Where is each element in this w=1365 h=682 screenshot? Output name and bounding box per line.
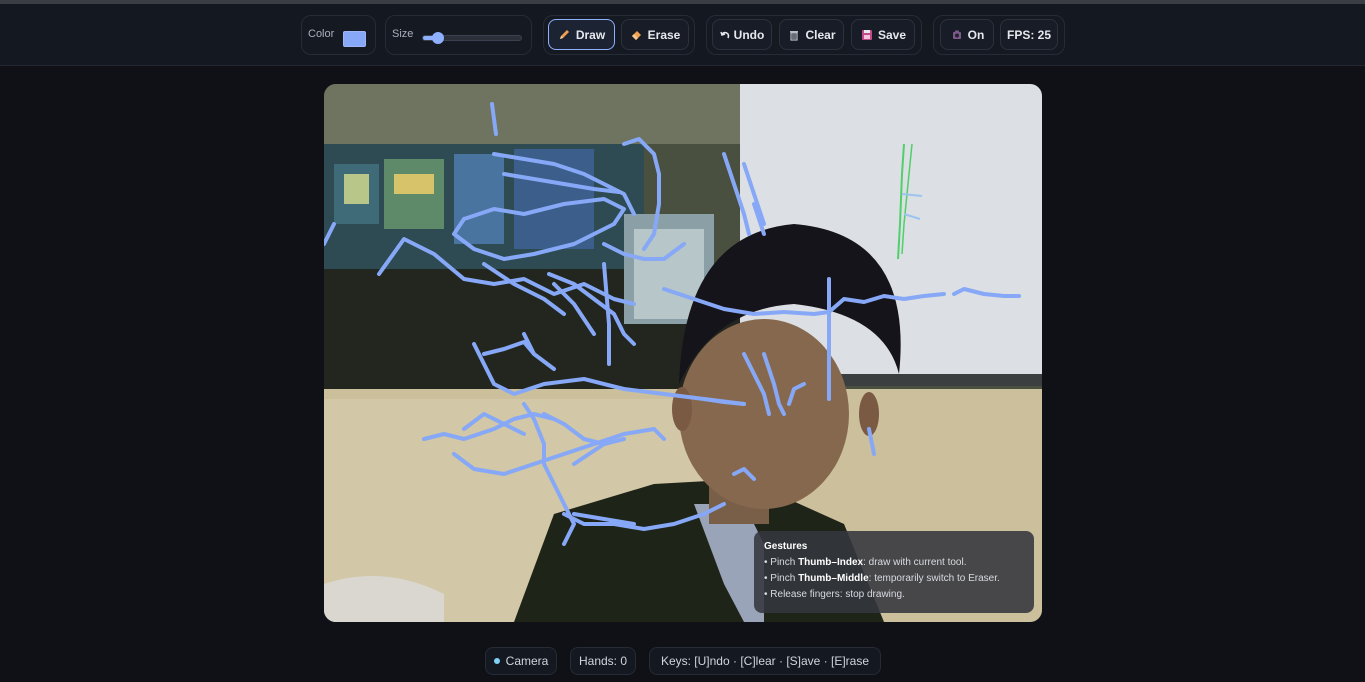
keys-hint-pill: Keys: [U]ndo · [C]lear · [S]ave · [E]ras… bbox=[649, 647, 881, 675]
undo-button[interactable]: Undo bbox=[712, 19, 772, 50]
toggle-label: On bbox=[967, 27, 985, 42]
save-label: Save bbox=[877, 27, 907, 42]
undo-arrow-icon bbox=[719, 29, 730, 41]
clear-label: Clear bbox=[805, 27, 836, 42]
eraser-icon bbox=[630, 29, 644, 41]
fps-readout: FPS: 25 bbox=[1000, 19, 1058, 50]
draw-button[interactable]: Draw bbox=[548, 19, 615, 50]
erase-label: Erase bbox=[647, 27, 681, 42]
color-label: Color bbox=[308, 28, 335, 40]
camera-status-pill: Camera bbox=[485, 647, 557, 675]
clear-button[interactable]: Clear bbox=[779, 19, 844, 50]
toolbar: Color Size Draw Erase Undo Clear Save On… bbox=[0, 4, 1365, 66]
floppy-disk-icon bbox=[860, 29, 874, 41]
gestures-help-panel: Gestures • Pinch Thumb–Index: draw with … bbox=[754, 531, 1034, 613]
size-label: Size bbox=[392, 28, 414, 40]
gesture-line-1: • Pinch Thumb–Index: draw with current t… bbox=[764, 557, 967, 568]
undo-label: Undo bbox=[733, 27, 765, 42]
camera-status-dot bbox=[493, 658, 500, 664]
hands-count-pill: Hands: 0 bbox=[570, 647, 636, 675]
color-picker[interactable] bbox=[343, 31, 366, 47]
gesture-line-2: • Pinch Thumb–Middle: temporarily switch… bbox=[764, 573, 1000, 584]
camera-toggle-button[interactable]: On bbox=[940, 19, 994, 50]
camera-icon bbox=[950, 29, 964, 41]
pencil-icon bbox=[558, 29, 572, 41]
erase-button[interactable]: Erase bbox=[621, 19, 689, 50]
gestures-title: Gestures bbox=[764, 541, 808, 552]
draw-label: Draw bbox=[575, 27, 606, 42]
save-button[interactable]: Save bbox=[851, 19, 915, 50]
camera-canvas[interactable]: Gestures • Pinch Thumb–Index: draw with … bbox=[324, 84, 1042, 622]
trash-icon bbox=[787, 29, 801, 41]
size-slider-thumb[interactable] bbox=[432, 32, 444, 44]
gesture-line-3: • Release fingers: stop drawing. bbox=[764, 589, 905, 600]
camera-status-label: Camera bbox=[505, 654, 549, 668]
